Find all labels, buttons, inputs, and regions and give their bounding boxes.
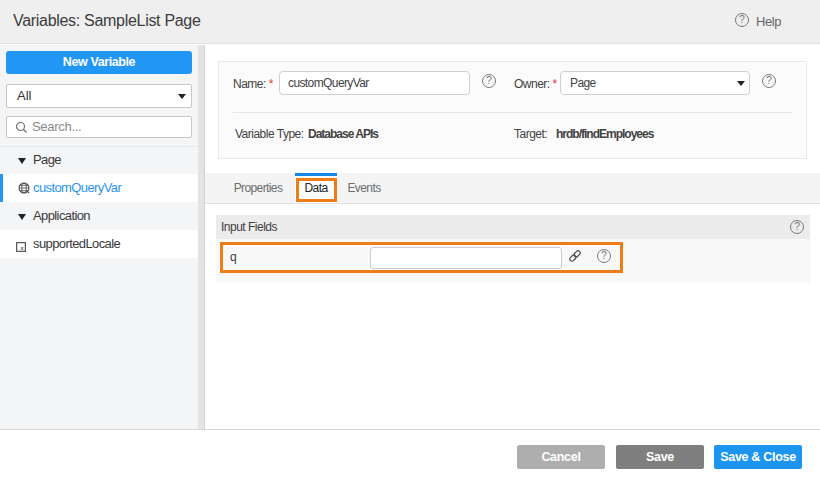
svg-text:x: x <box>20 245 24 251</box>
